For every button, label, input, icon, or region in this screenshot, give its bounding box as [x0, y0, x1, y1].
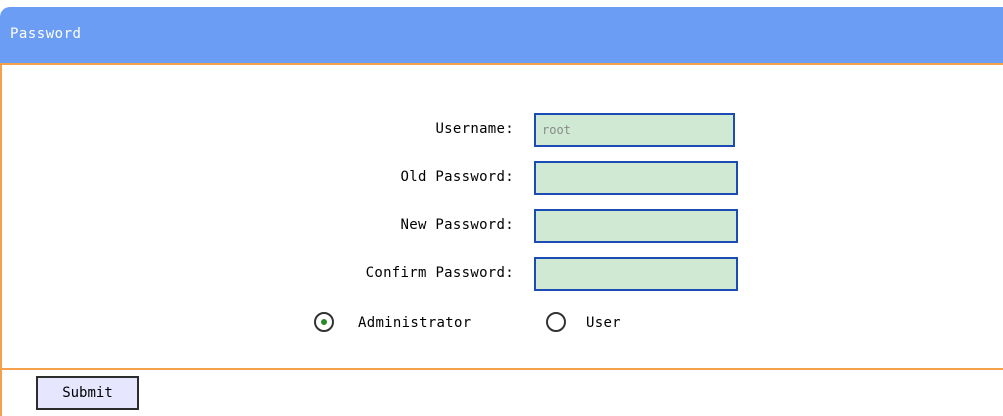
new-password-label: New Password: [400, 217, 514, 233]
username-field[interactable] [534, 113, 735, 147]
panel-title: Password [10, 26, 82, 42]
old-password-row: Old Password: [300, 161, 514, 195]
new-password-field[interactable] [534, 209, 738, 243]
submit-button[interactable]: Submit [36, 376, 139, 410]
panel-left-border [0, 63, 2, 416]
panel-header: Password [0, 7, 1003, 65]
old-password-field[interactable] [534, 161, 738, 195]
user-radio[interactable] [546, 312, 566, 332]
confirm-password-label: Confirm Password: [365, 265, 514, 281]
footer-divider [0, 368, 1003, 370]
username-label: Username: [435, 121, 514, 137]
new-password-row: New Password: [300, 209, 514, 243]
password-panel: Password Username: Old Password: New Pas… [0, 0, 1003, 416]
administrator-radio-label[interactable]: Administrator [358, 315, 471, 331]
username-row: Username: [300, 113, 514, 147]
radio-selected-dot [321, 319, 327, 325]
confirm-password-field[interactable] [534, 257, 738, 291]
user-radio-label[interactable]: User [586, 315, 621, 331]
confirm-password-row: Confirm Password: [300, 257, 514, 291]
old-password-label: Old Password: [400, 169, 514, 185]
administrator-radio[interactable] [314, 312, 334, 332]
